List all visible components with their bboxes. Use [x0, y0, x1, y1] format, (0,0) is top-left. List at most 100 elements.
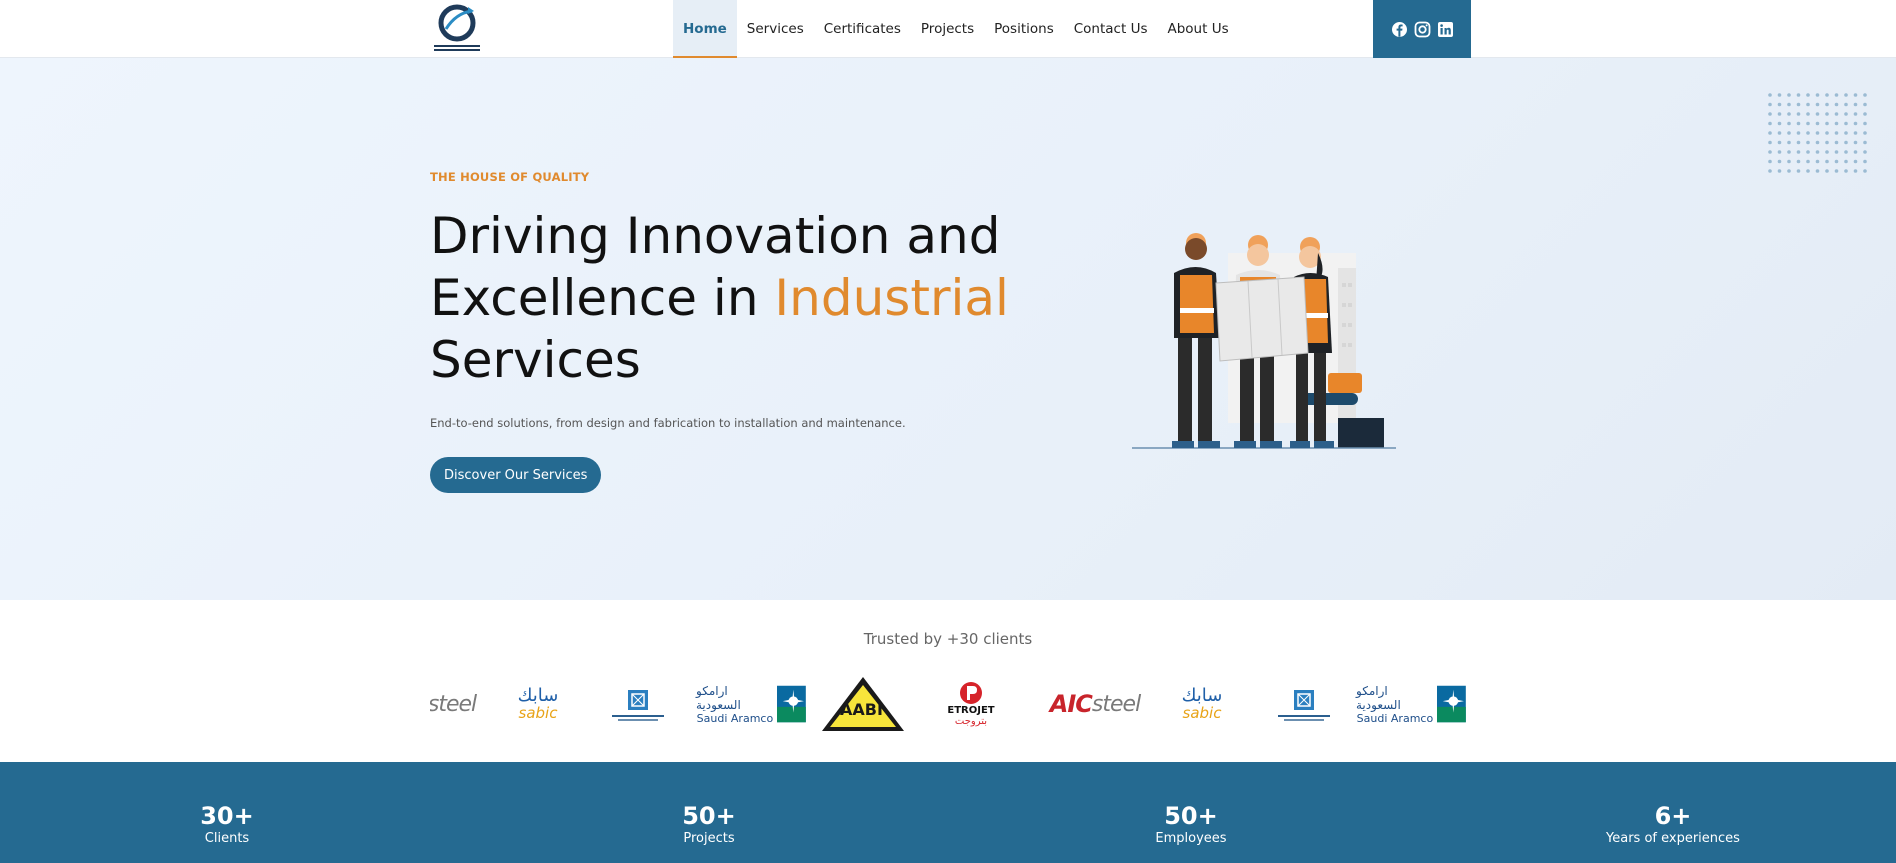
- decor-dot: [1825, 169, 1829, 173]
- decor-dot: [1777, 93, 1782, 97]
- decor-dot: [1853, 102, 1858, 107]
- decor-dot: [1787, 102, 1791, 107]
- decor-dot: [1815, 140, 1820, 145]
- aramco-english-text: Saudi Aramco: [1356, 711, 1434, 725]
- decor-dot: [1825, 140, 1829, 145]
- decor-dot: [1853, 131, 1858, 135]
- decor-dot: [1844, 102, 1848, 107]
- decor-dot: [1825, 121, 1829, 126]
- decor-dot: [1787, 169, 1791, 173]
- hero-section: THE HOUSE OF QUALITY Driving Innovation …: [0, 58, 1896, 600]
- decor-dot: [1796, 140, 1801, 145]
- decor-dot: [1777, 102, 1782, 107]
- client-logo-sabic: سابك sabic: [502, 672, 574, 736]
- decor-dot: [1806, 121, 1810, 126]
- decor-dot: [1853, 112, 1858, 116]
- decor-dot: [1787, 140, 1791, 145]
- client-logo-chamber: [610, 672, 666, 736]
- nav-positions[interactable]: Positions: [984, 0, 1064, 58]
- decor-dot: [1787, 112, 1791, 116]
- decor-dot: [1834, 131, 1839, 135]
- client-logo-chamber-2: [1276, 672, 1332, 736]
- decor-dot: [1815, 112, 1820, 116]
- decor-dot: [1768, 112, 1772, 116]
- decor-dot: [1844, 112, 1848, 116]
- stat-value: 50+: [1164, 802, 1218, 830]
- decor-dot: [1853, 159, 1858, 164]
- decor-dot: [1815, 169, 1820, 173]
- sabic-arabic-text: سابك: [517, 685, 559, 706]
- company-logo[interactable]: [432, 3, 482, 53]
- decor-dot: [1863, 112, 1867, 116]
- client-logo-petrojet: ETROJET بتروجت: [936, 672, 1006, 736]
- stat-value: 30+: [200, 802, 254, 830]
- decor-dot: [1768, 159, 1772, 164]
- decor-dot: [1796, 159, 1801, 164]
- decor-dot: [1787, 131, 1791, 135]
- nav-projects[interactable]: Projects: [911, 0, 984, 58]
- sabic-arabic-text: سابك: [1181, 685, 1223, 706]
- stat-label: Clients: [204, 831, 250, 846]
- instagram-icon[interactable]: [1414, 21, 1431, 38]
- dots-decoration: [1768, 93, 1867, 173]
- hero-subtitle: End-to-end solutions, from design and fa…: [430, 416, 906, 430]
- decor-dot: [1787, 159, 1791, 164]
- decor-dot: [1853, 169, 1858, 173]
- sabic-english-text: sabic: [518, 704, 558, 722]
- trusted-label: Trusted by +30 clients: [863, 630, 1033, 648]
- decor-dot: [1825, 150, 1829, 154]
- linkedin-icon[interactable]: [1437, 21, 1454, 38]
- stat-clients: 30+ Clients: [127, 802, 327, 848]
- decor-dot: [1768, 121, 1772, 126]
- nav-services[interactable]: Services: [737, 0, 814, 58]
- facebook-icon[interactable]: [1391, 21, 1408, 38]
- aramco-star-icon: [777, 685, 806, 723]
- aramco-english-text: Saudi Aramco: [696, 711, 774, 725]
- petrojet-emblem-icon: [960, 682, 982, 704]
- decor-dot: [1825, 159, 1829, 164]
- decor-dot: [1777, 150, 1782, 154]
- decor-dot: [1806, 159, 1810, 164]
- decor-dot: [1815, 121, 1820, 126]
- decor-dot: [1834, 169, 1839, 173]
- stat-label: Projects: [683, 831, 735, 846]
- decor-dot: [1796, 112, 1801, 116]
- decor-dot: [1815, 150, 1820, 154]
- decor-dot: [1853, 140, 1858, 145]
- nav-home[interactable]: Home: [673, 0, 737, 58]
- decor-dot: [1768, 150, 1772, 154]
- engineers-illustration: [1132, 233, 1396, 449]
- social-links: [1373, 0, 1471, 58]
- client-logo-aic-steel-partial: steel: [430, 672, 477, 736]
- client-logo-saudi-aramco-2: ارامكو السعودية Saudi Aramco: [1356, 672, 1466, 736]
- petrojet-english-text: ETROJET: [947, 705, 995, 716]
- nav-about-us[interactable]: About Us: [1157, 0, 1238, 58]
- decor-dot: [1863, 150, 1867, 154]
- decor-dot: [1863, 140, 1867, 145]
- hero-title-accent: Industrial: [774, 269, 1009, 327]
- nav-contact-us[interactable]: Contact Us: [1064, 0, 1158, 58]
- decor-dot: [1815, 102, 1820, 107]
- decor-dot: [1768, 93, 1772, 97]
- decor-dot: [1844, 169, 1848, 173]
- nav-certificates[interactable]: Certificates: [814, 0, 911, 58]
- decor-dot: [1834, 121, 1839, 126]
- decor-dot: [1796, 121, 1801, 126]
- decor-dot: [1853, 93, 1858, 97]
- client-logo-aabi: AABI: [818, 672, 908, 736]
- decor-dot: [1863, 159, 1867, 164]
- decor-dot: [1863, 93, 1867, 97]
- decor-dot: [1844, 159, 1848, 164]
- decor-dot: [1768, 102, 1772, 107]
- decor-dot: [1806, 140, 1810, 145]
- discover-services-button[interactable]: Discover Our Services: [430, 457, 602, 493]
- decor-dot: [1796, 93, 1801, 97]
- decor-dot: [1844, 150, 1848, 154]
- decor-dot: [1853, 121, 1858, 126]
- decor-dot: [1768, 140, 1772, 145]
- client-logo-aic-steel: AIC steel: [1050, 672, 1141, 736]
- decor-dot: [1796, 131, 1801, 135]
- hero-eyebrow: THE HOUSE OF QUALITY: [430, 170, 590, 184]
- stat-label: Years of experiences: [1606, 831, 1740, 846]
- decor-dot: [1844, 121, 1848, 126]
